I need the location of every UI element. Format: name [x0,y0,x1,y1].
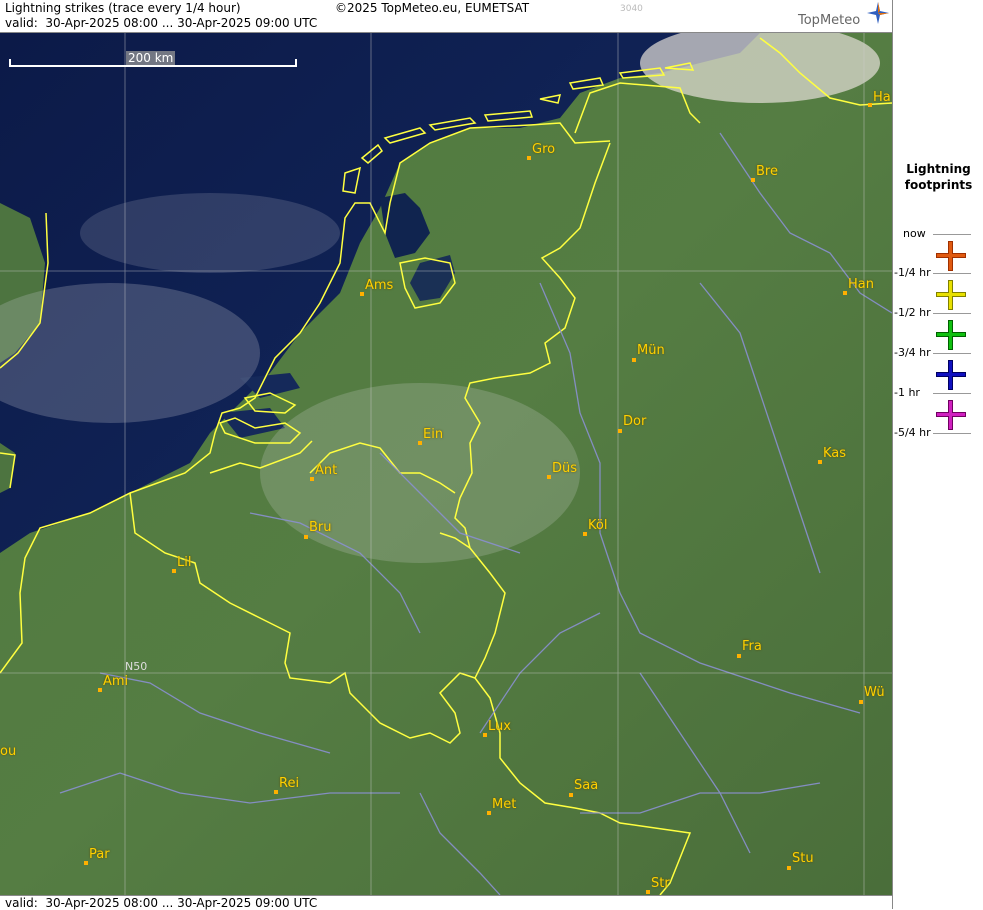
city-label[interactable]: Mün [637,343,665,358]
city-label[interactable]: Par [89,847,110,862]
city-label[interactable]: Ein [423,427,443,442]
lightning-cross-icon [936,360,966,390]
city-label[interactable]: Ami [103,674,128,689]
city-dot [527,156,531,160]
legend-label-one-hour: -1 hr [894,386,920,399]
city-dot [868,103,872,107]
city-dot [483,733,487,737]
city-dot [569,793,573,797]
city-label[interactable]: Str [651,876,670,891]
city-dot [304,535,308,539]
city-label[interactable]: Ant [315,463,337,478]
city-label[interactable]: Han [848,277,874,292]
city-label[interactable]: Köl [588,518,607,533]
city-label[interactable]: Ha [873,90,891,105]
city-label[interactable]: Kas [823,446,846,461]
legend-divider [933,433,971,434]
legend-label-now: now [903,227,926,240]
city-label[interactable]: Wü [864,685,885,700]
lightning-cross-icon [936,241,966,271]
legend-divider [933,393,971,394]
city-dot [859,700,863,704]
city-label[interactable]: Bre [756,164,778,179]
lightning-cross-icon [936,320,966,350]
city-dot [360,292,364,296]
city-label[interactable]: Rei [279,776,299,791]
footer-bar: valid: 30-Apr-2025 08:00 ... 30-Apr-2025… [0,895,892,910]
brand-logo-text[interactable]: TopMeteo [798,13,860,28]
city-label[interactable]: Met [492,797,516,812]
header-bar: Lightning strikes (trace every 1/4 hour)… [0,0,892,33]
city-label[interactable]: Dor [623,414,646,429]
legend-divider [933,313,971,314]
compass-star-icon [867,2,889,24]
city-dot [787,866,791,870]
city-label[interactable]: Düs [552,461,577,476]
city-dot [547,475,551,479]
city-dot [172,569,176,573]
city-dot [274,790,278,794]
city-label[interactable]: Lil [177,555,191,570]
legend-divider [933,273,971,274]
city-label[interactable]: Ams [365,278,393,293]
city-label[interactable]: Saa [574,778,598,793]
legend-label-quarter: -1/4 hr [894,266,931,279]
city-label[interactable]: Bru [309,520,332,535]
latitude-label: N50 [125,660,148,673]
city-dot [310,477,314,481]
legend-title: Lightning [906,162,971,176]
satellite-map[interactable]: 200 km N50 Gro Bre Ha Ams Han Mün Dor Ei… [0,33,892,895]
city-dot [737,654,741,658]
legend-label-five-quarter: -5/4 hr [894,426,931,439]
legend-label-half: -1/2 hr [894,306,931,319]
city-dot [818,460,822,464]
legend-divider [933,353,971,354]
city-dot [487,811,491,815]
city-dot [646,890,650,894]
valid-time-header: valid: 30-Apr-2025 08:00 ... 30-Apr-2025… [5,16,318,30]
city-dot [98,688,102,692]
legend-panel: Lightning footprints now -1/4 hr -1/2 hr… [892,0,983,909]
lightning-cross-icon [936,280,966,310]
copyright-text: ©2025 TopMeteo.eu, EUMETSAT [335,1,530,15]
legend-subtitle: footprints [904,178,973,192]
city-label[interactable]: ou [0,744,16,759]
city-label[interactable]: Stu [792,851,814,866]
map-graphic [0,33,892,895]
city-label[interactable]: Lux [488,719,511,734]
lightning-cross-icon [936,400,966,430]
city-dot [583,532,587,536]
scale-label: 200 km [126,51,176,65]
city-dot [418,441,422,445]
city-dot [843,291,847,295]
map-code: 3040 [620,4,643,14]
valid-time-footer: valid: 30-Apr-2025 08:00 ... 30-Apr-2025… [5,896,318,910]
legend-label-three-quarter: -3/4 hr [894,346,931,359]
city-label[interactable]: Fra [742,639,762,654]
city-dot [751,178,755,182]
map-title: Lightning strikes (trace every 1/4 hour) [5,1,241,15]
city-dot [618,429,622,433]
city-dot [84,861,88,865]
city-dot [632,358,636,362]
legend-divider [933,234,971,235]
city-label[interactable]: Gro [532,142,555,157]
